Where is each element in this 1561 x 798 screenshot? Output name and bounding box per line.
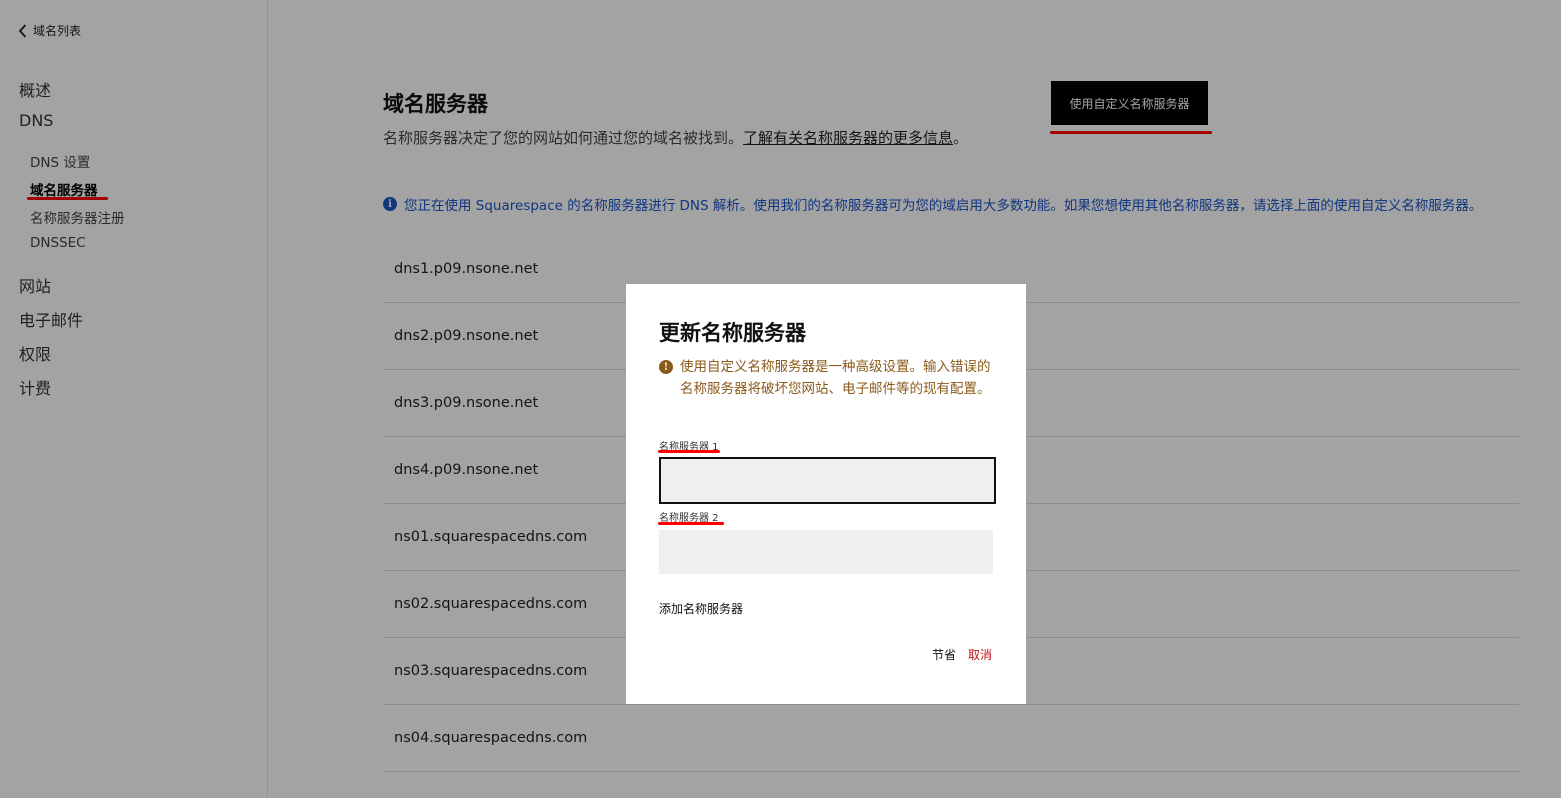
warning-icon: ! xyxy=(659,360,673,374)
dialog-title: 更新名称服务器 xyxy=(659,321,806,345)
nameserver-1-input[interactable] xyxy=(659,457,996,504)
nameserver-2-input[interactable] xyxy=(659,530,993,574)
update-nameservers-dialog: 更新名称服务器 ! 使用自定义名称服务器是一种高级设置。输入错误的名称服务器将破… xyxy=(626,284,1026,704)
save-button[interactable]: 节省 xyxy=(932,646,956,663)
cancel-button[interactable]: 取消 xyxy=(968,646,992,663)
annotation-underline xyxy=(658,522,724,525)
warning-message: ! 使用自定义名称服务器是一种高级设置。输入错误的名称服务器将破坏您网站、电子邮… xyxy=(659,357,999,400)
add-nameserver-button[interactable]: 添加名称服务器 xyxy=(659,600,743,617)
warning-text: 使用自定义名称服务器是一种高级设置。输入错误的名称服务器将破坏您网站、电子邮件等… xyxy=(680,359,991,397)
annotation-underline xyxy=(658,450,720,453)
